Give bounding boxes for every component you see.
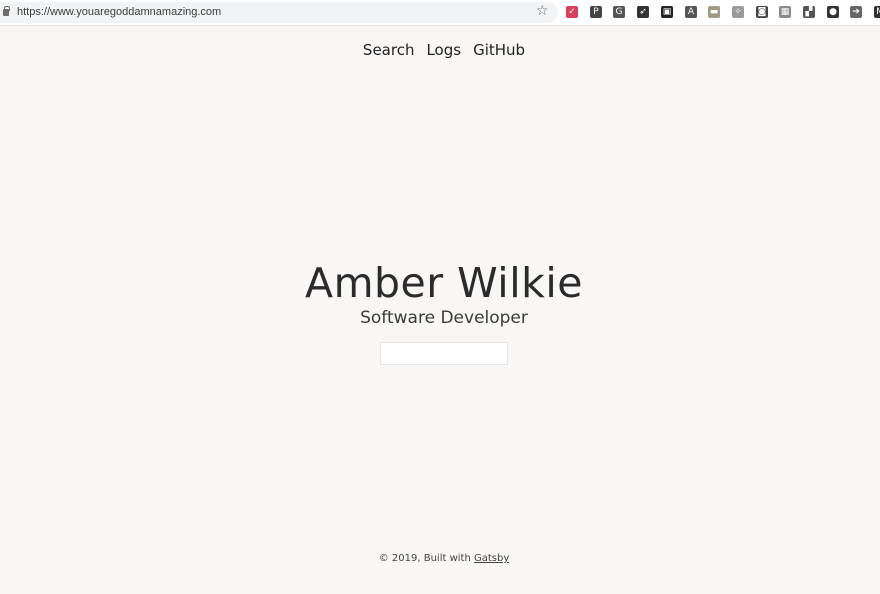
pocket-icon[interactable]: ✓ [566,6,578,18]
bookmark-manager-icon[interactable]: ▬ [708,6,720,18]
site-nav: Search Logs GitHub [0,40,880,60]
angular-icon[interactable]: A [685,6,697,18]
browser-toolbar: https://www.youaregoddamnamazing.com ☆ ✓… [0,0,880,26]
mouse-icon[interactable]: ● [827,6,839,18]
url-text[interactable]: https://www.youaregoddamnamazing.com [17,6,221,18]
pinterest-icon[interactable]: P [590,6,602,18]
footer: © 2019, Built with Gatsby [0,552,880,566]
qr-code-icon[interactable]: ▦ [779,6,791,18]
sparkle-icon[interactable]: ✧ [732,6,744,18]
nav-logs-link[interactable]: Logs [426,40,461,60]
lock-icon [3,6,10,16]
hero-text-input[interactable] [380,342,508,365]
grammarly-icon[interactable]: G [613,6,625,18]
bookmark-star-icon[interactable]: ☆ [536,2,549,20]
nav-search-link[interactable]: Search [363,40,415,60]
hero-name: Amber Wilkie [305,259,583,307]
footer-gatsby-link[interactable]: Gatsby [474,553,509,564]
gmail-icon[interactable]: M [874,6,880,18]
hero-role: Software Developer [360,308,528,328]
rocket-icon[interactable]: ➶ [637,6,649,18]
forward-icon[interactable]: ➔ [850,6,862,18]
footer-text: © 2019, Built with [378,553,471,564]
clipper-icon[interactable]: ▣ [661,6,673,18]
screenshot-icon[interactable]: ◙ [756,6,768,18]
layout-icon[interactable]: ▞ [803,6,815,18]
nav-github-link[interactable]: GitHub [473,40,525,60]
address-bar[interactable]: https://www.youaregoddamnamazing.com [0,2,558,23]
